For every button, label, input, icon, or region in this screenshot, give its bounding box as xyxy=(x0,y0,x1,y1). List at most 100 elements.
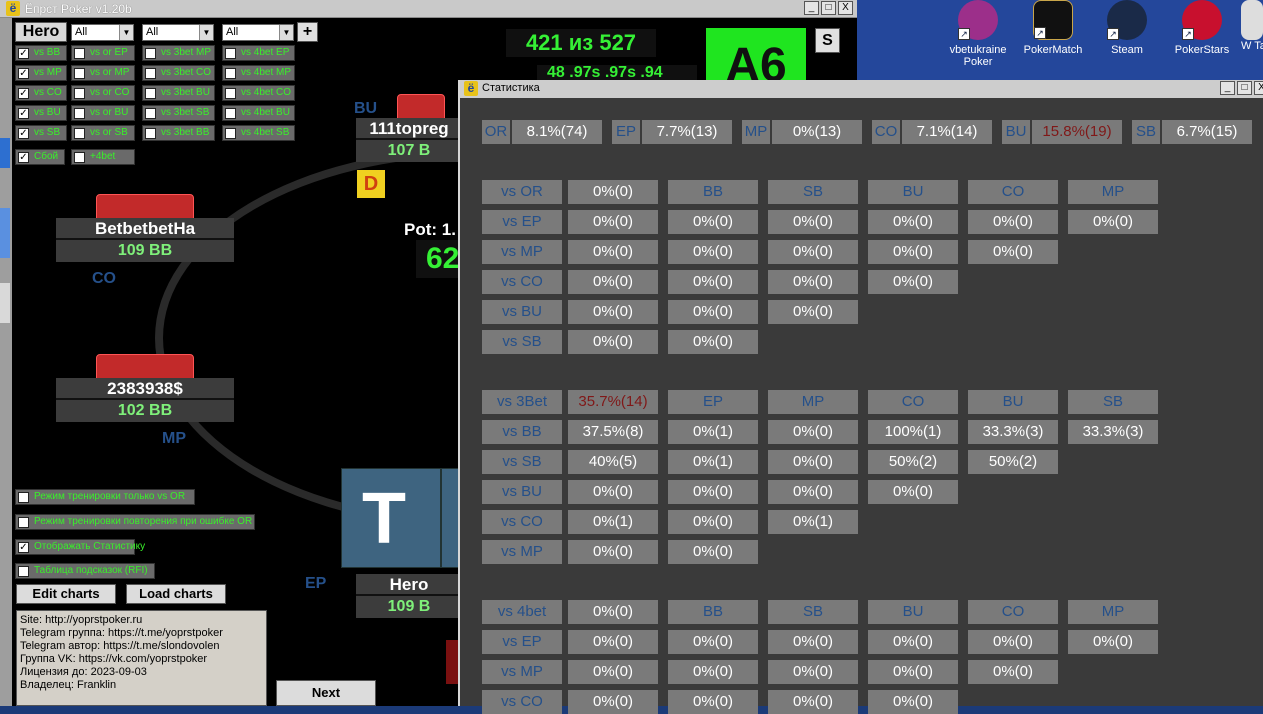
option-training-or[interactable]: Режим тренировки только vs OR xyxy=(15,489,195,505)
player-name: BetbetbetHa xyxy=(56,218,234,240)
background-window-strip xyxy=(0,18,12,706)
desktop-icon-pokerstars[interactable]: ↗ PokerStars xyxy=(1167,0,1237,56)
desktop-icon-steam[interactable]: ↗ Steam xyxy=(1092,0,1162,56)
desktop-icon-w[interactable]: W Ta xyxy=(1241,0,1263,52)
stat-cell: 0%(0) xyxy=(668,690,758,714)
minimize-button[interactable]: _ xyxy=(804,1,819,15)
checkbox[interactable] xyxy=(225,108,236,119)
filter-checkbox-row[interactable]: vs 4bet CO xyxy=(222,85,295,101)
filter-checkbox-row[interactable]: vs or SB xyxy=(71,125,135,141)
filter-checkbox-row[interactable]: ✓ vs BB xyxy=(15,45,67,61)
stat-cell: 50%(2) xyxy=(868,450,958,474)
filter-checkbox-row[interactable]: vs 3bet CO xyxy=(142,65,215,81)
checkbox[interactable] xyxy=(225,88,236,99)
add-button[interactable]: + xyxy=(297,22,318,42)
select-filter-2[interactable]: All ▼ xyxy=(142,24,214,41)
stat-cell: 40%(5) xyxy=(568,450,658,474)
stat-cell: 0%(0) xyxy=(1068,210,1158,234)
checkbox[interactable] xyxy=(74,68,85,79)
checkbox[interactable] xyxy=(74,152,85,163)
filter-checkbox-row[interactable]: vs 3bet BB xyxy=(142,125,215,141)
filter-label: vs 3bet MP xyxy=(161,47,212,58)
select-filter-3[interactable]: All ▼ xyxy=(222,24,294,41)
column-header: CO xyxy=(968,180,1058,204)
checkbox[interactable] xyxy=(225,128,236,139)
checkbox[interactable]: ✓ xyxy=(18,542,29,553)
close-button[interactable]: X xyxy=(838,1,853,15)
edit-charts-button[interactable]: Edit charts xyxy=(16,584,116,604)
stat-pos-value: 15.8%(19) xyxy=(1032,120,1122,144)
select-filter-1[interactable]: All ▼ xyxy=(71,24,134,41)
filter-checkbox-row[interactable]: ✓ vs SB xyxy=(15,125,67,141)
checkbox[interactable] xyxy=(74,88,85,99)
checkbox[interactable] xyxy=(74,48,85,59)
filter-checkbox-row[interactable]: vs or BU xyxy=(71,105,135,121)
checkbox[interactable]: ✓ xyxy=(18,88,29,99)
stat-cell: 0%(0) xyxy=(868,240,958,264)
stat-cell: 0%(0) xyxy=(668,210,758,234)
s-button[interactable]: S xyxy=(815,28,840,53)
column-header: SB xyxy=(1068,390,1158,414)
filter-checkbox-row[interactable]: ✓ vs MP xyxy=(15,65,67,81)
option-hint-table[interactable]: Таблица подсказок (RFI) xyxy=(15,563,155,579)
filter-checkbox-row[interactable]: vs 3bet SB xyxy=(142,105,215,121)
checkbox[interactable] xyxy=(145,48,156,59)
stat-cell: 0%(0) xyxy=(868,690,958,714)
option-show-stats[interactable]: ✓ Отображать Статистику xyxy=(15,539,145,555)
row-label: vs MP xyxy=(482,540,562,564)
stat-cell: 0%(0) xyxy=(968,210,1058,234)
load-charts-button[interactable]: Load charts xyxy=(126,584,226,604)
stat-cell: 0%(0) xyxy=(568,630,658,654)
checkbox[interactable] xyxy=(18,566,29,577)
checkbox[interactable] xyxy=(145,128,156,139)
checkbox[interactable] xyxy=(225,68,236,79)
filter-checkbox-row[interactable]: vs or CO xyxy=(71,85,135,101)
checkbox[interactable] xyxy=(18,492,29,503)
filter-checkbox-row[interactable]: vs 4bet BU xyxy=(222,105,295,121)
checkbox[interactable]: ✓ xyxy=(18,68,29,79)
checkbox[interactable] xyxy=(225,48,236,59)
checkbox[interactable]: ✓ xyxy=(18,48,29,59)
vbet-icon: ↗ xyxy=(958,0,998,40)
column-header: SB xyxy=(768,180,858,204)
position-label: EP xyxy=(305,575,327,592)
info-line: Группа VK: https://vk.com/yoprstpoker xyxy=(20,653,208,665)
filter-checkbox-row[interactable]: vs 4bet MP xyxy=(222,65,295,81)
filter-checkbox-row[interactable]: vs or MP xyxy=(71,65,135,81)
filter-checkbox-row[interactable]: ✓ vs CO xyxy=(15,85,67,101)
filter-checkbox-row[interactable]: vs 3bet MP xyxy=(142,45,215,61)
filter-label: vs 4bet CO xyxy=(241,87,292,98)
checkbox[interactable] xyxy=(74,108,85,119)
filter-label: vs or EP xyxy=(90,47,128,58)
checkbox[interactable] xyxy=(18,517,29,528)
checkbox[interactable]: ✓ xyxy=(18,128,29,139)
desktop-icon-vbetukraine[interactable]: ↗ vbetukraine Poker xyxy=(943,0,1013,68)
checkbox[interactable] xyxy=(145,88,156,99)
checkbox[interactable]: ✓ xyxy=(18,108,29,119)
stat-cell: 0%(0) xyxy=(868,480,958,504)
filter-checkbox-row[interactable]: vs 3bet BU xyxy=(142,85,215,101)
checkbox[interactable] xyxy=(145,68,156,79)
option-repeat-error[interactable]: Режим тренировки повторения при ошибке O… xyxy=(15,514,255,530)
checkbox[interactable] xyxy=(74,128,85,139)
next-button[interactable]: Next xyxy=(276,680,376,706)
filter-label: vs 4bet EP xyxy=(241,47,290,58)
filter-checkbox-row[interactable]: vs 4bet EP xyxy=(222,45,295,61)
hero-button[interactable]: Hero xyxy=(15,22,67,42)
chevron-down-icon: ▼ xyxy=(199,25,213,40)
desktop-icon-pokermatch[interactable]: ↗ PokerMatch xyxy=(1018,0,1088,56)
column-header: BB xyxy=(668,600,758,624)
maximize-button[interactable]: □ xyxy=(821,1,836,15)
checkbox[interactable]: ✓ xyxy=(18,152,29,163)
checkbox[interactable] xyxy=(145,108,156,119)
checkbox-row[interactable]: +4bet xyxy=(71,149,135,165)
seat-bu: 111topreg 107 B xyxy=(356,118,462,162)
filter-label: vs or BU xyxy=(90,107,129,118)
stat-cell: 0%(0) xyxy=(668,630,758,654)
stat-cell: 0%(0) xyxy=(668,300,758,324)
column-header: BU xyxy=(868,600,958,624)
checkbox-row[interactable]: ✓ Сбой xyxy=(15,149,65,165)
filter-checkbox-row[interactable]: vs or EP xyxy=(71,45,135,61)
filter-checkbox-row[interactable]: ✓ vs BU xyxy=(15,105,67,121)
filter-checkbox-row[interactable]: vs 4bet SB xyxy=(222,125,295,141)
